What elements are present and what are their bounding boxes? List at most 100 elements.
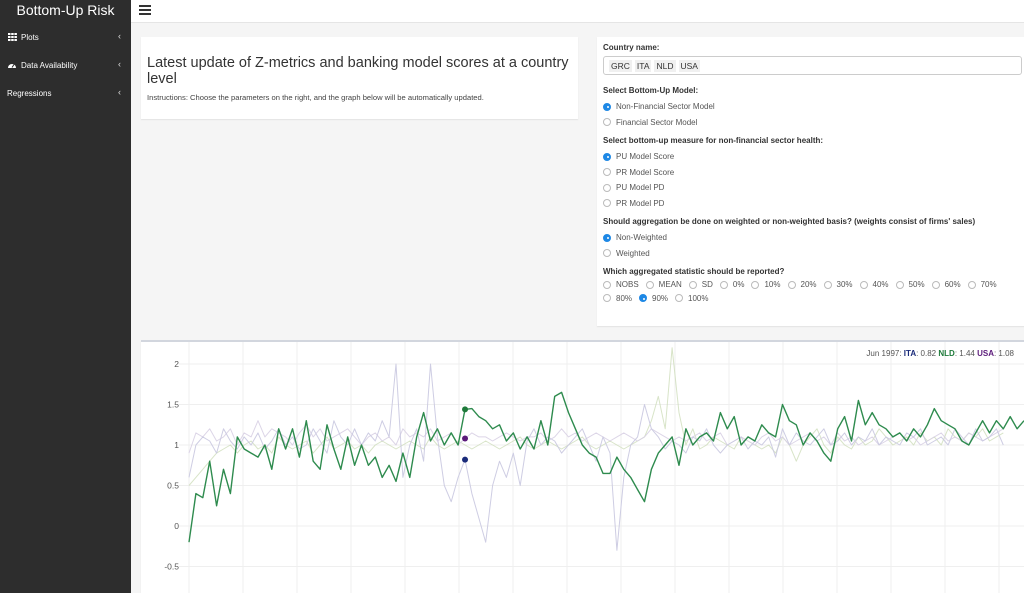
country-label: Country name: bbox=[603, 43, 660, 52]
radio-icon[interactable] bbox=[675, 294, 684, 303]
hover-tooltip: Jun 1997: ITA: 0.82 NLD: 1.44 USA: 1.08 bbox=[866, 349, 1014, 358]
radio-label: MEAN bbox=[658, 280, 682, 290]
stat-radio-1[interactable]: MEAN bbox=[645, 278, 682, 292]
stat-radio-10[interactable]: 70% bbox=[967, 278, 997, 292]
radio-label: PR Model PD bbox=[616, 198, 665, 208]
app-title: Bottom-Up Risk bbox=[16, 2, 115, 18]
stat-label: Which aggregated statistic should be rep… bbox=[603, 267, 785, 276]
top-navbar bbox=[131, 0, 1024, 23]
radio-label: PU Model Score bbox=[616, 152, 675, 162]
radio-selected-icon[interactable] bbox=[603, 152, 611, 161]
measure-label: Select bottom-up measure for non-financi… bbox=[603, 136, 824, 145]
stat-radio-6[interactable]: 30% bbox=[823, 278, 853, 292]
y-tick-label: -0.5 bbox=[164, 562, 179, 572]
hover-point-ita bbox=[462, 456, 469, 463]
radio-icon[interactable] bbox=[603, 118, 611, 127]
radio-selected-icon[interactable] bbox=[603, 233, 611, 242]
radio-selected-icon[interactable] bbox=[603, 102, 611, 111]
radio-icon[interactable] bbox=[787, 280, 796, 289]
chevron-left-icon: ‹ bbox=[118, 59, 121, 69]
country-tag[interactable]: ITA bbox=[634, 59, 652, 72]
radio-selected-icon[interactable] bbox=[639, 294, 648, 303]
radio-label: 80% bbox=[616, 293, 633, 303]
stat-radio-list: NOBS MEAN SD 0% 10% 20% 30% 40% 50% 60% 70% 80% 90% 1… bbox=[603, 278, 1024, 305]
country-multiselect[interactable]: GRC ITA NLD USA bbox=[603, 56, 1022, 75]
sidebar-toggle-icon[interactable] bbox=[139, 5, 151, 15]
hover-series-name: ITA bbox=[903, 349, 917, 358]
series-line-grc bbox=[188, 347, 1004, 486]
radio-financial[interactable]: Financial Sector Model bbox=[603, 115, 1022, 131]
stat-radio-5[interactable]: 20% bbox=[787, 278, 817, 292]
radio-icon[interactable] bbox=[895, 280, 904, 289]
stat-radio-8[interactable]: 50% bbox=[895, 278, 925, 292]
radio-label: SD bbox=[701, 280, 713, 290]
controls-box: Country name: GRC ITA NLD USA Select Bot… bbox=[597, 37, 1024, 326]
hover-point-usa bbox=[462, 435, 469, 442]
stat-radio-11[interactable]: 80% bbox=[603, 292, 632, 306]
y-tick-label: 0 bbox=[174, 521, 179, 531]
stat-group: Which aggregated statistic should be rep… bbox=[603, 267, 1022, 305]
sidebar-item-data-availability[interactable]: Data Availability ‹ bbox=[0, 51, 131, 79]
radio-pu-pd[interactable]: PU Model PD bbox=[603, 180, 1022, 196]
radio-weighted[interactable]: Weighted bbox=[603, 246, 1022, 262]
stat-radio-13[interactable]: 100% bbox=[675, 292, 709, 306]
app-logo: Bottom-Up Risk bbox=[0, 0, 131, 23]
radio-pr-score[interactable]: PR Model Score bbox=[603, 165, 1022, 181]
radio-non-weighted[interactable]: Non-Weighted bbox=[603, 230, 1022, 246]
y-tick-label: 1.5 bbox=[167, 400, 179, 410]
sidebar-item-label: Data Availability bbox=[21, 60, 78, 70]
country-tag[interactable]: GRC bbox=[609, 59, 632, 72]
radio-icon[interactable] bbox=[967, 280, 976, 289]
radio-label: 50% bbox=[908, 280, 925, 290]
radio-icon[interactable] bbox=[719, 280, 728, 289]
radio-label: Non-Weighted bbox=[616, 233, 667, 243]
radio-icon[interactable] bbox=[823, 280, 832, 289]
radio-icon[interactable] bbox=[859, 280, 868, 289]
radio-icon[interactable] bbox=[688, 280, 697, 289]
line-chart[interactable]: 2 1.5 1 0.5 0 -0.5 bbox=[141, 342, 1024, 593]
radio-icon[interactable] bbox=[603, 168, 611, 177]
radio-label: 10% bbox=[764, 280, 781, 290]
sidebar-item-label: Plots bbox=[21, 32, 39, 42]
page-title: Latest update of Z-metrics and banking m… bbox=[147, 55, 569, 87]
country-tag[interactable]: USA bbox=[678, 59, 700, 72]
table-grid-icon bbox=[7, 33, 17, 42]
radio-non-financial[interactable]: Non-Financial Sector Model bbox=[603, 99, 1022, 115]
stat-radio-4[interactable]: 10% bbox=[751, 278, 781, 292]
radio-icon[interactable] bbox=[603, 199, 611, 208]
stat-radio-9[interactable]: 60% bbox=[931, 278, 961, 292]
stat-radio-0[interactable]: NOBS bbox=[603, 278, 639, 292]
radio-icon[interactable] bbox=[603, 280, 611, 289]
plot-box: 2 1.5 1 0.5 0 -0.5 Jun 1997: ITA: 0.82 NLD: 1… bbox=[141, 340, 1024, 593]
radio-label: NOBS bbox=[616, 280, 639, 290]
hover-series-value: 1.08 bbox=[998, 349, 1014, 358]
chevron-left-icon: ‹ bbox=[118, 31, 121, 41]
radio-label: Non-Financial Sector Model bbox=[616, 102, 715, 112]
radio-icon[interactable] bbox=[751, 280, 760, 289]
radio-pr-pd[interactable]: PR Model PD bbox=[603, 196, 1022, 212]
sidebar-item-regressions[interactable]: Regressions ‹ bbox=[0, 79, 131, 107]
radio-icon[interactable] bbox=[603, 183, 611, 192]
radio-label: Financial Sector Model bbox=[616, 117, 698, 127]
country-tag[interactable]: NLD bbox=[654, 59, 676, 72]
radio-icon[interactable] bbox=[603, 249, 611, 258]
sidebar: Plots ‹ Data Availability ‹ Regressions … bbox=[0, 23, 131, 593]
title-box: Latest update of Z-metrics and banking m… bbox=[141, 37, 578, 119]
series-line-nld bbox=[188, 391, 1024, 543]
radio-icon[interactable] bbox=[645, 280, 654, 289]
sidebar-item-plots[interactable]: Plots ‹ bbox=[0, 23, 131, 51]
stat-radio-7[interactable]: 40% bbox=[859, 278, 889, 292]
radio-icon[interactable] bbox=[603, 294, 611, 303]
hover-series-value: 1.44 bbox=[959, 349, 975, 358]
model-group: Select Bottom-Up Model: Non-Financial Se… bbox=[603, 86, 1022, 130]
radio-icon[interactable] bbox=[931, 280, 940, 289]
stat-radio-3[interactable]: 0% bbox=[719, 278, 744, 292]
radio-label: 100% bbox=[688, 293, 709, 303]
y-tick-label: 0.5 bbox=[167, 481, 179, 491]
instructions-text: Instructions: Choose the parameters on t… bbox=[147, 93, 484, 102]
hover-series-value: 0.82 bbox=[920, 349, 937, 358]
main-content: Latest update of Z-metrics and banking m… bbox=[131, 23, 1024, 593]
stat-radio-2[interactable]: SD bbox=[688, 278, 713, 292]
radio-pu-score[interactable]: PU Model Score bbox=[603, 149, 1022, 165]
stat-radio-12[interactable]: 90% bbox=[639, 292, 668, 306]
